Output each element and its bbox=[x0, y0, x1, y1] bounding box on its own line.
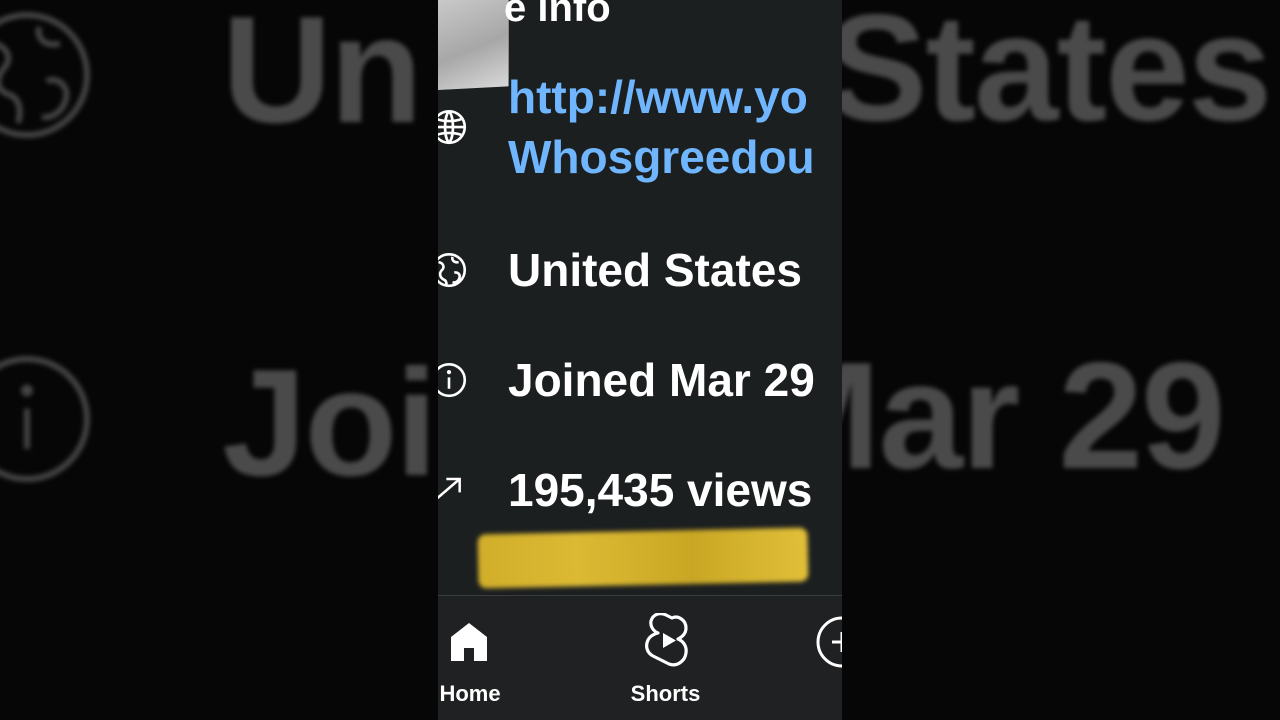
nav-create[interactable] bbox=[812, 596, 842, 720]
views-row: 195,435 views bbox=[438, 455, 842, 525]
nav-shorts[interactable]: Shorts bbox=[618, 596, 713, 720]
background-left: Un Joi bbox=[0, 0, 438, 720]
background-right-layer: States Mar 29 bbox=[842, 0, 1280, 720]
trend-arrow-icon bbox=[438, 469, 468, 509]
create-circle-icon bbox=[814, 614, 842, 670]
background-left-text-1: Un bbox=[222, 0, 423, 155]
background-left-text-2: Joi bbox=[222, 338, 438, 508]
website-link-line-1[interactable]: http://www.yo bbox=[508, 74, 808, 120]
location-row: United States bbox=[438, 235, 842, 305]
globe-icon bbox=[438, 106, 470, 148]
nav-shorts-label: Shorts bbox=[630, 681, 701, 706]
home-icon bbox=[445, 618, 493, 666]
screen: Un Joi States Mar 29 e info bbox=[0, 0, 1280, 720]
nav-home[interactable]: Home bbox=[438, 596, 501, 720]
background-info-icon bbox=[0, 344, 102, 494]
background-right-text-2: Mar 29 bbox=[842, 331, 1226, 501]
background-right: States Mar 29 bbox=[842, 0, 1280, 720]
phone-screen: e info http://www.yo Whosgreedou United … bbox=[438, 0, 842, 720]
background-earth-icon bbox=[0, 0, 102, 150]
background-left-layer: Un Joi bbox=[0, 0, 438, 720]
website-link-line-2[interactable]: Whosgreedou bbox=[508, 134, 815, 180]
nav-home-label: Home bbox=[439, 681, 501, 706]
yellow-highlight-mark bbox=[477, 527, 809, 589]
joined-text: Joined Mar 29 bbox=[508, 354, 815, 406]
location-text: United States bbox=[508, 244, 802, 296]
info-circle-icon bbox=[438, 359, 470, 401]
earth-icon bbox=[438, 249, 470, 291]
shorts-icon bbox=[641, 613, 691, 671]
views-text: 195,435 views bbox=[508, 464, 813, 516]
more-info-heading: e info bbox=[504, 0, 611, 30]
website-row[interactable]: http://www.yo Whosgreedou bbox=[438, 72, 842, 184]
background-right-text-1: States bbox=[842, 0, 1272, 153]
bottom-navigation: Home Shorts bbox=[438, 595, 842, 720]
joined-row: Joined Mar 29 bbox=[438, 345, 842, 415]
